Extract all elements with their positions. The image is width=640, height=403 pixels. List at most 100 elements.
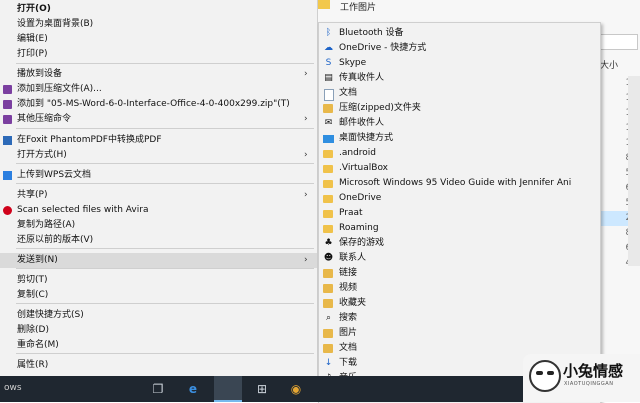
send-to-item-label: .VirtualBox	[339, 163, 388, 173]
logo: 小兔情感 XIAOTUQINGGAN	[523, 354, 640, 402]
send-to-item[interactable]: 链接	[319, 266, 600, 281]
send-to-item-label: 联系人	[339, 253, 367, 263]
send-to-item-label: 文档	[339, 343, 358, 353]
mail-icon: ✉	[324, 118, 333, 128]
menu-item[interactable]: 设置为桌面背景(B)	[0, 17, 317, 32]
menu-item[interactable]: 剪切(T)	[0, 273, 317, 288]
send-to-item-label: Bluetooth 设备	[339, 28, 404, 38]
menu-item-label: 打开方式(H)	[17, 150, 67, 160]
menu-item[interactable]: 添加到压缩文件(A)...	[0, 82, 317, 97]
send-to-item[interactable]: 压缩(zipped)文件夹	[319, 101, 600, 116]
avira-icon	[3, 206, 12, 215]
send-to-item[interactable]: ⌕ 搜索	[319, 311, 600, 326]
menu-item[interactable]: 打开(O)	[0, 2, 317, 17]
send-to-item[interactable]: Microsoft Windows 95 Video Guide with Je…	[319, 176, 600, 191]
send-to-item[interactable]: 收藏夹	[319, 296, 600, 311]
folder-icon	[323, 165, 333, 173]
send-to-item[interactable]: 桌面快捷方式	[319, 131, 600, 146]
chevron-right-icon: ›	[304, 255, 308, 265]
menu-item[interactable]: 其他压缩命令 ›	[0, 112, 317, 127]
menu-separator	[16, 128, 314, 129]
send-to-item-label: 邮件收件人	[339, 118, 385, 128]
menu-item-label: 重命名(M)	[17, 340, 59, 350]
send-to-item-label: Skype	[339, 58, 367, 68]
edge-icon[interactable]: e	[184, 380, 202, 398]
downloads-icon: ↓	[324, 358, 333, 368]
menu-item-label: 发送到(N)	[17, 255, 58, 265]
send-to-item-label: 下载	[339, 358, 358, 368]
send-to-item[interactable]: ᛒ Bluetooth 设备	[319, 26, 600, 41]
menu-item[interactable]: 创建快捷方式(S)	[0, 308, 317, 323]
menu-item[interactable]: 复制为路径(A)	[0, 218, 317, 233]
menu-item-label: 打开(O)	[17, 4, 51, 14]
search-box[interactable]	[600, 34, 638, 50]
send-to-item[interactable]: OneDrive	[319, 191, 600, 206]
menu-item[interactable]: 共享(P) ›	[0, 188, 317, 203]
menu-item-label: 还原以前的版本(V)	[17, 235, 94, 245]
menu-item-label: 剪切(T)	[17, 275, 48, 285]
menu-item[interactable]: 编辑(E)	[0, 32, 317, 47]
send-to-item[interactable]: 文档	[319, 86, 600, 101]
contacts-icon: ☻	[323, 253, 334, 263]
menu-item[interactable]: 播放到设备 ›	[0, 67, 317, 82]
menu-item[interactable]: 打印(P)	[0, 47, 317, 62]
menu-item[interactable]: 添加到 "05-MS-Word-6-0-Interface-Office-4-0…	[0, 97, 317, 112]
send-to-item-label: Roaming	[339, 223, 379, 233]
send-to-item-label: 桌面快捷方式	[339, 133, 394, 143]
send-to-item[interactable]: ☁ OneDrive - 快捷方式	[319, 41, 600, 56]
search-folder-icon: ⌕	[325, 313, 332, 323]
menu-item-label: 上传到WPS云文档	[17, 170, 92, 180]
menu-item[interactable]: 在Foxit PhantomPDF中转换成PDF	[0, 133, 317, 148]
winrar-icon	[3, 100, 12, 109]
pictures-folder-icon	[323, 329, 333, 338]
store-icon[interactable]: ⊞	[253, 380, 271, 398]
send-to-item[interactable]: ▤ 传真收件人	[319, 71, 600, 86]
menu-item[interactable]: 上传到WPS云文档	[0, 168, 317, 183]
chevron-right-icon: ›	[304, 190, 308, 200]
folder-icon	[323, 150, 333, 158]
fax-icon: ▤	[324, 73, 333, 83]
send-to-item[interactable]: ♣ 保存的游戏	[319, 236, 600, 251]
menu-item[interactable]: 属性(R)	[0, 358, 317, 373]
menu-item-label: 复制(C)	[17, 290, 49, 300]
send-to-item-label: 搜索	[339, 313, 358, 323]
menu-item[interactable]: 打开方式(H) ›	[0, 148, 317, 163]
send-to-item[interactable]: 视频	[319, 281, 600, 296]
menu-item[interactable]: 删除(D)	[0, 323, 317, 338]
menu-separator	[16, 163, 314, 164]
menu-item-label: 复制为路径(A)	[17, 220, 76, 230]
menu-item[interactable]: 复制(C)	[0, 288, 317, 303]
send-to-item[interactable]: Roaming	[319, 221, 600, 236]
menu-separator	[16, 248, 314, 249]
favorites-icon	[323, 299, 333, 308]
rabbit-face-icon	[529, 360, 561, 392]
chrome-icon[interactable]: ◉	[287, 380, 305, 398]
send-to-item[interactable]: .android	[319, 146, 600, 161]
links-icon	[323, 269, 333, 278]
scrollbar[interactable]	[628, 76, 640, 266]
zip-folder-icon	[323, 104, 333, 113]
send-to-item-label: 链接	[339, 268, 358, 278]
chevron-right-icon: ›	[304, 114, 308, 124]
active-app-highlight	[214, 376, 242, 402]
size-column-header[interactable]: 大小	[600, 58, 618, 71]
send-to-item[interactable]: 图片	[319, 326, 600, 341]
folder-icon	[323, 180, 333, 188]
menu-item[interactable]: 发送到(N) ›	[0, 253, 317, 268]
cloud-icon: ☁	[324, 43, 333, 53]
task-view-icon[interactable]: ❐	[149, 380, 167, 398]
search-text[interactable]: ows	[4, 383, 22, 393]
send-to-item[interactable]: S Skype	[319, 56, 600, 71]
send-to-item[interactable]: ☻ 联系人	[319, 251, 600, 266]
send-to-item[interactable]: ✉ 邮件收件人	[319, 116, 600, 131]
logo-name: 小兔情感	[563, 362, 624, 380]
menu-item-label: 属性(R)	[17, 360, 49, 370]
send-to-item[interactable]: Praat	[319, 206, 600, 221]
pdf-icon	[3, 136, 12, 145]
send-to-item[interactable]: .VirtualBox	[319, 161, 600, 176]
menu-item[interactable]: Scan selected files with Avira	[0, 203, 317, 218]
menu-item[interactable]: 还原以前的版本(V)	[0, 233, 317, 248]
menu-item[interactable]: 重命名(M)	[0, 338, 317, 353]
menu-item-label: 创建快捷方式(S)	[17, 310, 84, 320]
send-to-item-label: .android	[339, 148, 377, 158]
